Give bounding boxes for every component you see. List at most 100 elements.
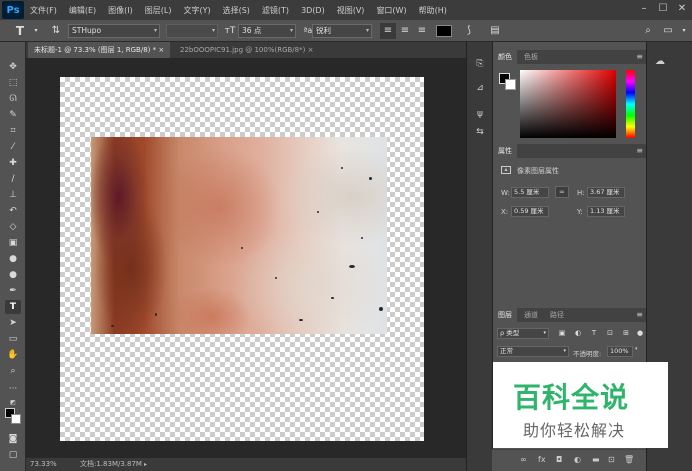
tab-close-icon[interactable]: × [308, 46, 314, 54]
actions-panel-icon[interactable]: ⊿ [474, 82, 486, 94]
menu-help[interactable]: 帮助(H) [413, 5, 453, 16]
y-field[interactable]: 1.13 厘米 [587, 206, 625, 217]
opacity-dropdown-icon[interactable]: ▾ [635, 346, 638, 352]
tab-close-icon[interactable]: × [158, 46, 164, 54]
status-arrow-icon[interactable]: ▸ [144, 458, 147, 471]
menu-filter[interactable]: 滤镜(T) [256, 5, 295, 16]
color-picker-field[interactable] [520, 70, 616, 138]
tool-preset-dropdown-icon[interactable]: ▾ [28, 23, 44, 39]
menu-3d[interactable]: 3D(D) [295, 6, 331, 15]
new-layer-icon[interactable]: ⊡ [608, 455, 615, 464]
menu-edit[interactable]: 编辑(E) [63, 5, 102, 16]
panel-menu-icon[interactable]: ≡ [636, 308, 643, 322]
blend-mode-select[interactable]: 正常 ▾ [497, 346, 569, 357]
quick-mask-icon[interactable]: ◙ [5, 432, 21, 446]
hue-slider[interactable] [626, 70, 635, 138]
gradient-tool-icon[interactable]: ▣ [5, 236, 21, 250]
lasso-tool-icon[interactable]: ᘏ [5, 92, 21, 106]
tab-properties[interactable]: 属性 [493, 144, 517, 158]
rust-texture-layer[interactable] [91, 137, 387, 334]
quick-select-tool-icon[interactable]: ✎ [5, 108, 21, 122]
panel-menu-icon[interactable]: ≡ [636, 144, 643, 158]
align-right-icon[interactable]: ≡ [414, 23, 430, 39]
link-layers-icon[interactable]: ∞ [520, 455, 527, 464]
crop-tool-icon[interactable]: ⌗ [5, 124, 21, 138]
brush-tool-icon[interactable]: ∕ [5, 172, 21, 186]
history-panel-icon[interactable]: ⎘ [474, 58, 486, 70]
menu-type[interactable]: 文字(Y) [177, 5, 216, 16]
delete-layer-icon[interactable]: 🗑 [624, 455, 634, 464]
tab-paths[interactable]: 路径 [545, 308, 569, 322]
minimize-icon[interactable]: – [636, 2, 652, 16]
menu-image[interactable]: 图像(I) [102, 5, 139, 16]
align-center-icon[interactable]: ≡ [397, 23, 413, 39]
filter-type-icon[interactable]: T [589, 328, 599, 338]
menu-file[interactable]: 文件(F) [24, 5, 63, 16]
screen-mode-icon[interactable]: ▢ [5, 448, 21, 462]
height-field[interactable]: 3.67 厘米 [587, 187, 625, 198]
text-color-swatch[interactable] [436, 25, 452, 37]
new-group-icon[interactable]: ▬ [592, 455, 600, 464]
text-orientation-icon[interactable]: ⇅ [48, 23, 64, 39]
font-family-select[interactable]: STHupo ▾ [68, 24, 160, 38]
hand-tool-icon[interactable]: ✋ [5, 348, 21, 362]
character-panel-icon[interactable]: ▤ [487, 23, 503, 39]
rectangle-tool-icon[interactable]: ▭ [5, 332, 21, 346]
move-tool-icon[interactable]: ✥ [5, 60, 21, 74]
pen-tool-icon[interactable]: ✒ [5, 284, 21, 298]
clone-stamp-tool-icon[interactable]: ⊥ [5, 188, 21, 202]
layer-filter-select[interactable]: ρ 类型 ▾ [497, 328, 549, 339]
font-style-select[interactable]: ▾ [166, 24, 218, 38]
tab-color[interactable]: 颜色 [493, 50, 517, 64]
background-color-swatch[interactable] [11, 414, 21, 424]
dodge-tool-icon[interactable]: ● [5, 268, 21, 282]
menu-view[interactable]: 视图(V) [331, 5, 371, 16]
type-tool-icon-active[interactable]: T [5, 300, 21, 314]
history-brush-tool-icon[interactable]: ↶ [5, 204, 21, 218]
menu-select[interactable]: 选择(S) [217, 5, 256, 16]
link-icon[interactable]: ∞ [555, 186, 569, 198]
font-size-select[interactable]: 36 点 ▾ [238, 24, 296, 38]
libraries-icon[interactable]: ☁ [655, 56, 671, 68]
filter-pixel-icon[interactable]: ▣ [557, 328, 567, 338]
add-mask-icon[interactable]: ◘ [556, 455, 562, 464]
filter-smart-object-icon[interactable]: ⊞ [621, 328, 631, 338]
close-icon[interactable]: ✕ [674, 2, 690, 16]
blur-tool-icon[interactable]: ● [5, 252, 21, 266]
filter-adjustment-icon[interactable]: ◐ [573, 328, 583, 338]
search-icon[interactable]: ⌕ [640, 23, 656, 39]
align-left-icon[interactable]: ≡ [380, 23, 396, 39]
antialias-select[interactable]: 锐利 ▾ [312, 24, 372, 38]
tab-layers[interactable]: 图层 [493, 308, 517, 322]
path-select-tool-icon[interactable]: ➤ [5, 316, 21, 330]
tab-channels[interactable]: 通道 [519, 308, 543, 322]
fx-icon[interactable]: fx [538, 455, 546, 464]
healing-brush-tool-icon[interactable]: ✚ [5, 156, 21, 170]
workspace-dropdown-icon[interactable]: ▾ [676, 23, 692, 39]
menu-layer[interactable]: 图层(L) [139, 5, 178, 16]
eyedropper-tool-icon[interactable]: ⁄ [5, 140, 21, 154]
panel-menu-icon[interactable]: ≡ [636, 50, 643, 64]
tab-swatches[interactable]: 色板 [519, 50, 543, 64]
tab-untitled-1[interactable]: 未标题-1 @ 73.3% (图层 1, RGB/8) * × [28, 42, 171, 58]
tab-jpg-file[interactable]: 22bOOOPIC91.jpg @ 100%(RGB/8*) × [174, 42, 319, 58]
type-tool-icon[interactable]: T [12, 23, 28, 39]
adjustment-layer-icon[interactable]: ◐ [574, 455, 581, 464]
adjustments-panel-icon[interactable]: ⇆ [474, 126, 486, 138]
zoom-level[interactable]: 73.33% [30, 458, 57, 471]
more-tools-icon[interactable]: ··· [5, 382, 21, 396]
x-field[interactable]: 0.59 厘米 [511, 206, 549, 217]
opacity-field[interactable]: 100% [607, 346, 633, 357]
filter-shape-icon[interactable]: ⊡ [605, 328, 615, 338]
brush-settings-icon[interactable]: ψ [474, 108, 486, 120]
eraser-tool-icon[interactable]: ◇ [5, 220, 21, 234]
warp-text-icon[interactable]: ⟆ [461, 23, 477, 39]
workspace-icon[interactable]: ▭ [660, 23, 676, 39]
menu-window[interactable]: 窗口(W) [370, 5, 412, 16]
marquee-tool-icon[interactable]: ⬚ [5, 76, 21, 90]
filter-toggle-icon[interactable]: ● [635, 328, 645, 338]
zoom-tool-icon[interactable]: ⌕ [5, 364, 21, 378]
color-panel-background[interactable] [505, 79, 516, 90]
maximize-icon[interactable]: ☐ [655, 2, 671, 16]
width-field[interactable]: 5.5 厘米 [511, 187, 549, 198]
